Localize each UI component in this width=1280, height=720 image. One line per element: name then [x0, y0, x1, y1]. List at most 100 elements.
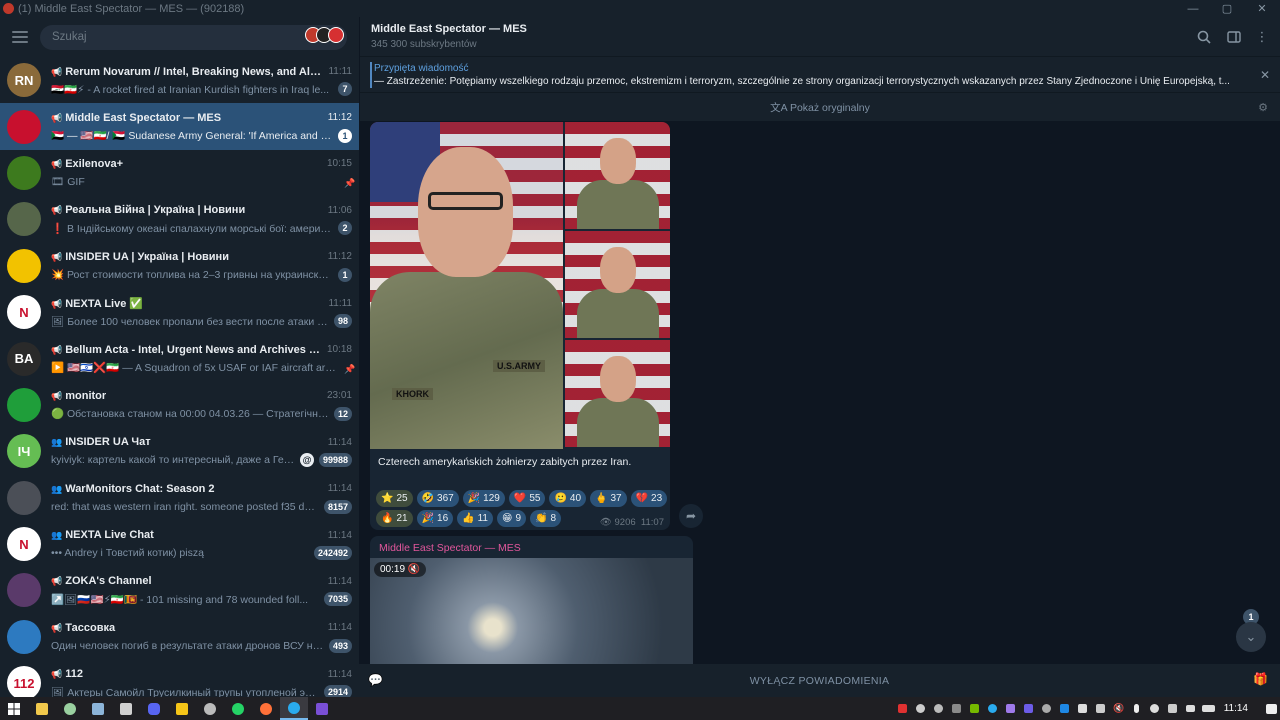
tray-icon-9[interactable]: [1038, 697, 1056, 720]
show-original-button[interactable]: 文A Pokaż oryginalny: [770, 100, 870, 115]
microphone-icon[interactable]: [1128, 697, 1146, 720]
file-explorer-icon[interactable]: [28, 697, 56, 720]
chat-list-item[interactable]: 112 📢 112 11:14 🖼 Актеры Самойл Трусилкин…: [0, 660, 359, 697]
app-icon-4[interactable]: [112, 697, 140, 720]
tray-icon-10[interactable]: [1056, 697, 1074, 720]
search-icon[interactable]: [1196, 29, 1212, 45]
chat-list-item[interactable]: 📢 Реальна Війна | Україна | Новини 11:06 …: [0, 196, 359, 242]
reaction-emoji: ❤️: [513, 493, 527, 504]
album-photo-3[interactable]: [565, 231, 670, 338]
reaction-chip[interactable]: ❤️ 55: [508, 490, 546, 507]
reaction-chip[interactable]: 🔥 21: [376, 510, 413, 527]
message-author[interactable]: Middle East Spectator — MES: [379, 542, 521, 554]
reaction-chip[interactable]: ⭐ 25: [376, 490, 413, 507]
reaction-chip[interactable]: 💔 23: [630, 490, 668, 507]
reaction-emoji: 🖕: [595, 493, 608, 504]
discord-icon[interactable]: [140, 697, 168, 720]
chat-title-row: 📢 Middle East Spectator — MES 11:12: [51, 109, 352, 127]
reaction-chip[interactable]: 👏 8: [530, 510, 562, 527]
tray-icon-7[interactable]: [1002, 697, 1020, 720]
chat-list-item[interactable]: 📢 monitor 23:01 🟢 Обстановка станом на 00…: [0, 382, 359, 428]
close-pinned-icon[interactable]: ✕: [1260, 68, 1270, 82]
tray-icon-3[interactable]: [930, 697, 948, 720]
tray-icon-8[interactable]: [1020, 697, 1038, 720]
volume-muted-icon[interactable]: 🔇: [1110, 697, 1128, 720]
app-icon-6[interactable]: [168, 697, 196, 720]
chat-preview-row: red: that was western iran right. someon…: [51, 498, 352, 516]
reaction-chip[interactable]: 🥲 40: [549, 490, 587, 507]
chat-list-item[interactable]: 👥 WarMonitors Chat: Season 2 11:14 red: t…: [0, 475, 359, 521]
telegram-taskbar-icon[interactable]: [280, 697, 308, 720]
close-window-button[interactable]: ✕: [1245, 0, 1279, 17]
tray-icon-16[interactable]: [1164, 697, 1182, 720]
gift-icon[interactable]: 🎁: [1253, 672, 1268, 686]
tray-icon-15[interactable]: [1146, 697, 1164, 720]
discussion-icon[interactable]: 💬: [368, 673, 383, 687]
chat-list-item[interactable]: BA 📢 Bellum Acta - Intel, Urgent News and…: [0, 335, 359, 381]
app-icon-7[interactable]: [196, 697, 224, 720]
whatsapp-icon[interactable]: [224, 697, 252, 720]
chat-list-item[interactable]: 📢 Middle East Spectator — MES 11:12 🇸🇩 — …: [0, 103, 359, 150]
start-button[interactable]: [0, 697, 28, 720]
tray-icon-11[interactable]: [1074, 697, 1092, 720]
sidebar-toggle-icon[interactable]: [1226, 29, 1242, 45]
channel-icon: 📢: [51, 669, 63, 680]
chat-list-item[interactable]: N 📢 NEXTA Live ✅ 11:11 🖼 Более 100 челове…: [0, 289, 359, 335]
notifications-icon[interactable]: [1262, 697, 1280, 720]
tray-icon-12[interactable]: [1092, 697, 1110, 720]
chat-name: 📢 monitor: [51, 390, 321, 402]
firefox-icon[interactable]: [252, 697, 280, 720]
tray-discord-icon[interactable]: [912, 697, 930, 720]
chat-list-item[interactable]: 📢 INSIDER UA | Україна | Новини 11:12 💥 Р…: [0, 243, 359, 289]
group-icon: 👥: [51, 483, 63, 494]
reaction-chip[interactable]: 😁 9: [497, 510, 526, 527]
chat-list-item[interactable]: 📢 ZOKA's Channel 11:14 ↗️🖼🇷🇺🇺🇸⚡🇮🇷🇱🇰 - 101…: [0, 567, 359, 613]
scroll-down-button[interactable]: ⌄: [1236, 622, 1266, 652]
story-avatar-3[interactable]: [328, 27, 344, 43]
tray-icon-4[interactable]: [948, 697, 966, 720]
search-input[interactable]: [40, 24, 347, 50]
album-photo-4[interactable]: [565, 340, 670, 447]
tray-nvidia-icon[interactable]: [966, 697, 984, 720]
app-icon-11[interactable]: [308, 697, 336, 720]
mute-notifications-button[interactable]: WYŁĄCZ POWIADOMIENIA: [750, 675, 890, 687]
album-photo-2[interactable]: [565, 122, 670, 229]
network-icon[interactable]: [1182, 697, 1200, 720]
taskbar-clock[interactable]: 11:14: [1224, 703, 1248, 714]
translate-settings-icon[interactable]: ⚙: [1258, 101, 1268, 114]
reaction-emoji: 🔥: [381, 513, 394, 524]
channel-title[interactable]: Middle East Spectator — MES: [371, 23, 527, 35]
tray-telegram-icon[interactable]: [984, 697, 1002, 720]
forward-icon[interactable]: ➦: [679, 504, 703, 528]
reaction-chip[interactable]: 👍 11: [457, 510, 493, 527]
chat-list-item[interactable]: N 👥 NEXTA Live Chat 11:14 ••• Andrey і То…: [0, 521, 359, 567]
menu-icon[interactable]: [12, 31, 28, 43]
more-options-icon[interactable]: ⋮: [1254, 29, 1270, 45]
chat-list-item[interactable]: 📢 Тассовка 11:14 Один человек погиб в рез…: [0, 614, 359, 660]
channel-icon: 📢: [51, 298, 63, 309]
pinned-message-bar[interactable]: Przypięta wiadomość — Zastrzeżenie: Potę…: [360, 57, 1280, 93]
chat-list-item[interactable]: 📢 Exilenova+ 10:15 🎞 GIF 📌: [0, 150, 359, 196]
app-icon-2[interactable]: [56, 697, 84, 720]
keyboard-icon[interactable]: [1200, 697, 1218, 720]
chat-header[interactable]: Middle East Spectator — MES 345 300 subs…: [360, 17, 1280, 57]
minimize-button[interactable]: —: [1176, 0, 1210, 17]
chat-name-label: 112: [65, 668, 83, 681]
reaction-chip[interactable]: 🎉 16: [416, 510, 454, 527]
chat-time: 11:14: [327, 436, 352, 448]
chat-body: 📢 Exilenova+ 10:15 🎞 GIF 📌: [51, 155, 355, 191]
reaction-chip[interactable]: 🖕 37: [590, 490, 627, 507]
video-duration[interactable]: 00:19 🔇: [374, 562, 427, 577]
tray-icon-red[interactable]: [894, 697, 912, 720]
reaction-chip[interactable]: 🤣 367: [416, 490, 459, 507]
reaction-chip[interactable]: 🎉 129: [462, 490, 505, 507]
chat-list-item[interactable]: IЧ 👥 INSIDER UA Чат 11:14 kyiviyk: картел…: [0, 428, 359, 474]
chat-preview-row: 💥 Рост стоимости топлива на 2–3 гривны н…: [51, 266, 352, 284]
app-icon-3[interactable]: [84, 697, 112, 720]
album-photo-main[interactable]: KHORK U.S.ARMY: [370, 122, 563, 449]
chat-list-item[interactable]: RN 📢 Rerum Novarum // Intel, Breaking New…: [0, 57, 359, 103]
maximize-button[interactable]: ▢: [1210, 0, 1244, 17]
album-message[interactable]: KHORK U.S.ARMY Czterech amerykańskich żo…: [370, 122, 670, 530]
chat-name: 📢 NEXTA Live ✅: [51, 297, 322, 310]
reaction-count: 23: [651, 493, 663, 504]
